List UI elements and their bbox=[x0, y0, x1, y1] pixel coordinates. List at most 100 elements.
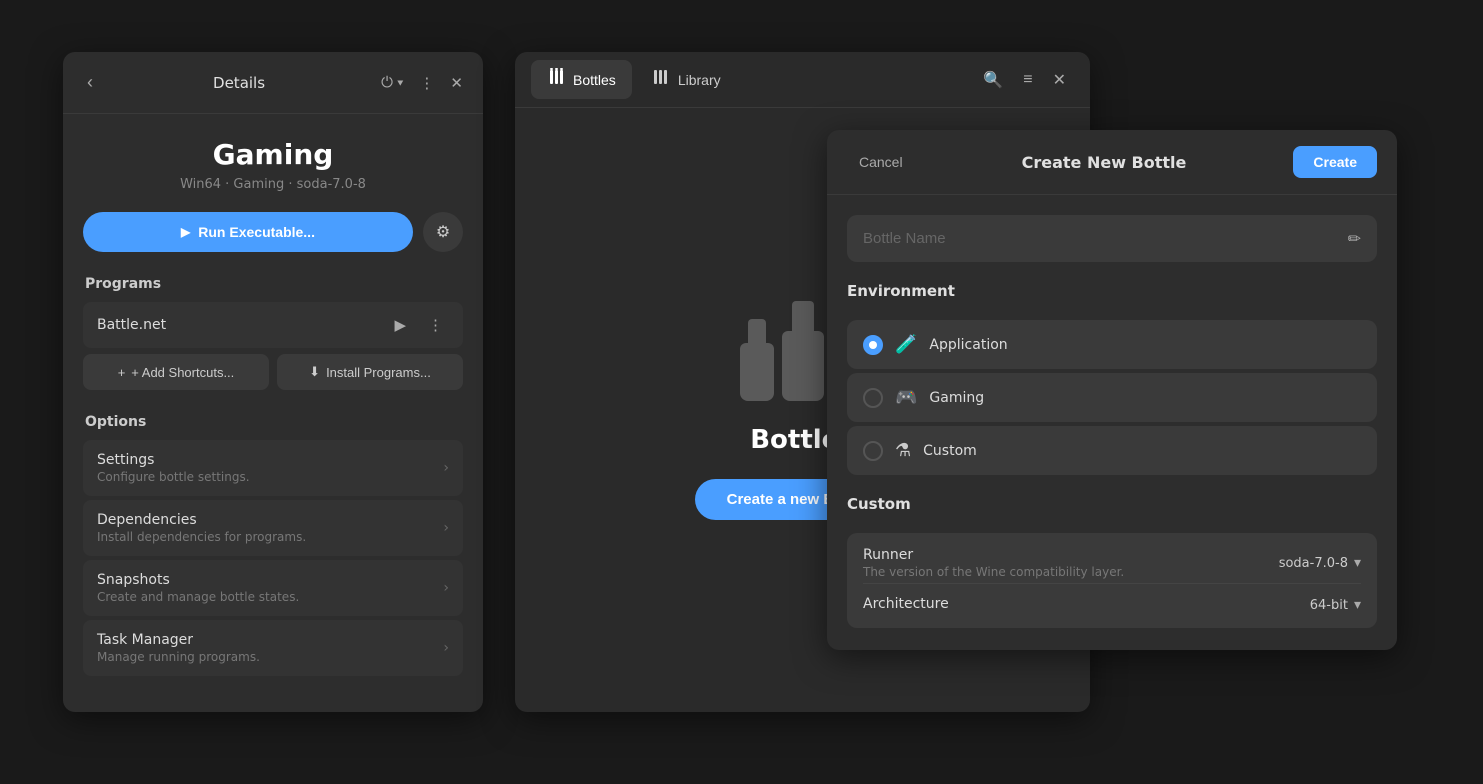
program-play-button[interactable]: ▶ bbox=[388, 314, 412, 336]
create-new-bottle-panel: Cancel Create New Bottle Create ✏ Enviro… bbox=[827, 130, 1397, 650]
options-section: Options Settings Configure bottle settin… bbox=[83, 414, 463, 680]
install-programs-label: Install Programs... bbox=[326, 365, 431, 380]
architecture-row: Architecture 64-bit ▾ bbox=[863, 583, 1361, 614]
close-button[interactable]: ✕ bbox=[446, 70, 467, 96]
app-name: Gaming bbox=[83, 138, 463, 171]
library-tab-label: Library bbox=[678, 72, 721, 88]
runner-dropdown-arrow[interactable]: ▾ bbox=[1354, 555, 1361, 571]
bottle-shape-center bbox=[782, 301, 824, 401]
app-title-section: Gaming Win64 · Gaming · soda-7.0-8 bbox=[83, 138, 463, 192]
architecture-value: 64-bit bbox=[1310, 598, 1348, 613]
plus-icon: + bbox=[118, 365, 126, 380]
run-button-label: Run Executable... bbox=[198, 224, 315, 240]
environment-label: Environment bbox=[847, 282, 1377, 300]
application-icon: 🧪 bbox=[895, 334, 917, 355]
gear-icon: ⚙ bbox=[436, 222, 450, 242]
bottle-neck bbox=[792, 301, 814, 331]
bottle-body bbox=[740, 343, 774, 401]
env-custom-label: Custom bbox=[923, 443, 977, 459]
dependencies-option-title: Dependencies bbox=[97, 512, 443, 528]
env-gaming-label: Gaming bbox=[929, 390, 984, 406]
program-menu-button[interactable]: ⋮ bbox=[422, 314, 449, 336]
chevron-right-icon: › bbox=[443, 580, 449, 596]
tab-bottles[interactable]: Bottles bbox=[531, 60, 632, 99]
dependencies-option-text: Dependencies Install dependencies for pr… bbox=[97, 512, 443, 544]
runner-value: soda-7.0-8 bbox=[1279, 556, 1348, 571]
run-executable-button[interactable]: ▶ Run Executable... bbox=[83, 212, 413, 252]
options-label: Options bbox=[83, 414, 463, 430]
bottle-neck bbox=[748, 319, 766, 343]
bottle-shape-left bbox=[740, 319, 774, 401]
settings-button[interactable]: ⚙ bbox=[423, 212, 463, 252]
tab-library[interactable]: Library bbox=[636, 60, 737, 99]
architecture-dropdown-arrow[interactable]: ▾ bbox=[1354, 597, 1361, 613]
settings-option-text: Settings Configure bottle settings. bbox=[97, 452, 443, 484]
app-subtitle: Win64 · Gaming · soda-7.0-8 bbox=[83, 177, 463, 192]
environment-section: Environment bbox=[847, 282, 1377, 300]
architecture-info: Architecture bbox=[863, 596, 949, 614]
edit-icon: ✏ bbox=[1348, 229, 1361, 248]
env-option-custom[interactable]: ⚗ Custom bbox=[847, 426, 1377, 475]
snapshots-option[interactable]: Snapshots Create and manage bottle state… bbox=[83, 560, 463, 616]
power-button[interactable]: ⏻ ▾ bbox=[377, 70, 407, 95]
programs-section: Programs Battle.net ▶ ⋮ + + Add Shortcut… bbox=[83, 276, 463, 390]
create-panel-title: Create New Bottle bbox=[915, 153, 1294, 172]
shortcuts-row: + + Add Shortcuts... ⬇ Install Programs.… bbox=[83, 354, 463, 390]
action-row: ▶ Run Executable... ⚙ bbox=[83, 212, 463, 252]
header-icons: ⏻ ▾ ⋮ ✕ bbox=[377, 70, 467, 96]
runner-desc: The version of the Wine compatibility la… bbox=[863, 565, 1124, 579]
download-icon: ⬇ bbox=[309, 364, 320, 380]
create-panel-header: Cancel Create New Bottle Create bbox=[827, 130, 1397, 195]
add-shortcuts-button[interactable]: + + Add Shortcuts... bbox=[83, 354, 269, 390]
runner-title: Runner bbox=[863, 547, 1124, 563]
custom-label: Custom bbox=[847, 495, 1377, 513]
details-header: ‹ Details ⏻ ▾ ⋮ ✕ bbox=[63, 52, 483, 114]
snapshots-option-text: Snapshots Create and manage bottle state… bbox=[97, 572, 443, 604]
runner-row: Runner The version of the Wine compatibi… bbox=[863, 547, 1361, 579]
chevron-right-icon: › bbox=[443, 520, 449, 536]
gaming-icon: 🎮 bbox=[895, 387, 917, 408]
radio-gaming[interactable] bbox=[863, 388, 883, 408]
architecture-title: Architecture bbox=[863, 596, 949, 612]
bottles-tab-label: Bottles bbox=[573, 72, 616, 88]
task-manager-option[interactable]: Task Manager Manage running programs. › bbox=[83, 620, 463, 676]
env-option-application[interactable]: 🧪 Application bbox=[847, 320, 1377, 369]
dependencies-option[interactable]: Dependencies Install dependencies for pr… bbox=[83, 500, 463, 556]
back-button[interactable]: ‹ bbox=[79, 68, 101, 97]
runner-option: Runner The version of the Wine compatibi… bbox=[847, 533, 1377, 628]
search-button[interactable]: 🔍 bbox=[975, 64, 1011, 96]
chevron-right-icon: › bbox=[443, 640, 449, 656]
runner-info: Runner The version of the Wine compatibi… bbox=[863, 547, 1124, 579]
env-option-gaming[interactable]: 🎮 Gaming bbox=[847, 373, 1377, 422]
create-confirm-button[interactable]: Create bbox=[1293, 146, 1377, 178]
details-content: Gaming Win64 · Gaming · soda-7.0-8 ▶ Run… bbox=[63, 114, 483, 696]
bottle-name-input[interactable] bbox=[863, 230, 1348, 247]
bottles-tab-icon bbox=[547, 68, 565, 91]
menu-button[interactable]: ⋮ bbox=[415, 70, 438, 96]
chevron-right-icon: › bbox=[443, 460, 449, 476]
install-programs-button[interactable]: ⬇ Install Programs... bbox=[277, 354, 463, 390]
menu-icon-button[interactable]: ≡ bbox=[1015, 65, 1040, 95]
task-manager-option-text: Task Manager Manage running programs. bbox=[97, 632, 443, 664]
radio-custom[interactable] bbox=[863, 441, 883, 461]
library-tab-icon bbox=[652, 68, 670, 91]
details-title: Details bbox=[109, 74, 369, 92]
program-name: Battle.net bbox=[97, 317, 388, 333]
close-window-button[interactable]: ✕ bbox=[1045, 64, 1074, 96]
task-manager-option-desc: Manage running programs. bbox=[97, 650, 443, 664]
custom-icon: ⚗ bbox=[895, 440, 911, 461]
program-row: Battle.net ▶ ⋮ bbox=[83, 302, 463, 348]
snapshots-option-title: Snapshots bbox=[97, 572, 443, 588]
snapshots-option-desc: Create and manage bottle states. bbox=[97, 590, 443, 604]
program-actions: ▶ ⋮ bbox=[388, 314, 449, 336]
cancel-button[interactable]: Cancel bbox=[847, 148, 915, 176]
environment-options: 🧪 Application 🎮 Gaming ⚗ Custom bbox=[847, 320, 1377, 475]
play-icon: ▶ bbox=[181, 225, 190, 239]
bottle-body bbox=[782, 331, 824, 401]
settings-option-desc: Configure bottle settings. bbox=[97, 470, 443, 484]
settings-option[interactable]: Settings Configure bottle settings. › bbox=[83, 440, 463, 496]
programs-label: Programs bbox=[83, 276, 463, 292]
bottles-header: Bottles Library 🔍 ≡ ✕ bbox=[515, 52, 1090, 108]
radio-application[interactable] bbox=[863, 335, 883, 355]
architecture-value-row: 64-bit ▾ bbox=[1310, 597, 1361, 613]
